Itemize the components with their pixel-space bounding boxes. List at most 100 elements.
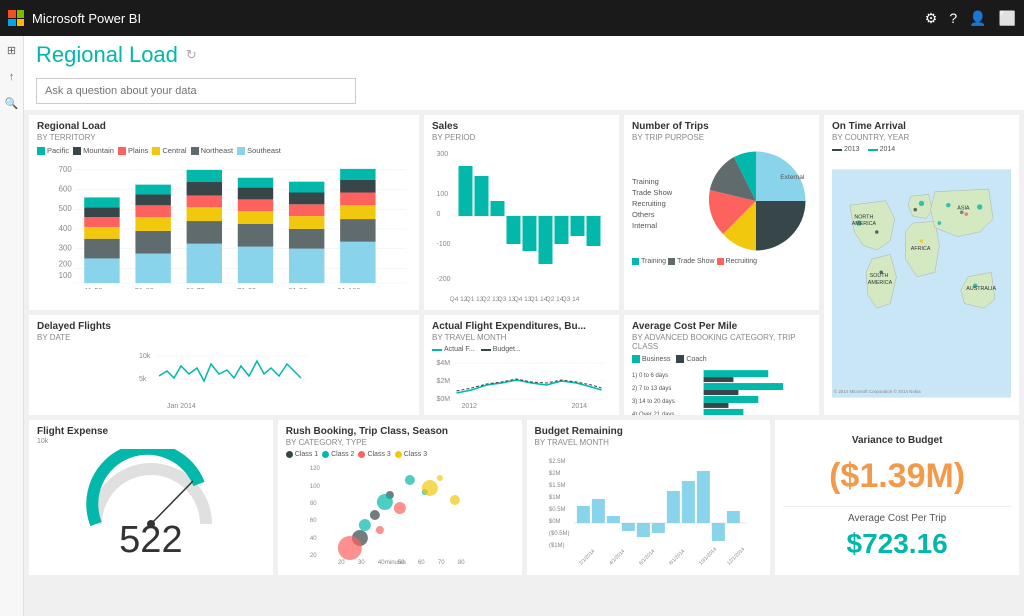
delayed-subtitle: BY DATE [37, 333, 411, 342]
flight-expense-title: Flight Expense [37, 426, 265, 437]
svg-text:10k: 10k [139, 353, 151, 360]
svg-text:81-90: 81-90 [288, 286, 307, 289]
svg-text:100: 100 [437, 191, 449, 198]
sales-subtitle: BY PERIOD [432, 133, 611, 142]
variance-card: Variance to Budget ($1.39M) Average Cost… [775, 420, 1019, 575]
svg-text:600: 600 [59, 185, 73, 194]
budget-large-title: Budget Remaining [535, 426, 763, 437]
svg-text:NORTH: NORTH [854, 215, 873, 221]
svg-text:41-50: 41-50 [84, 286, 103, 289]
dashboard: Regional Load BY TERRITORY Pacific Mount… [24, 110, 1024, 580]
svg-text:$1M: $1M [548, 495, 560, 501]
sidebar-icon-nav[interactable]: ↑ [9, 71, 15, 83]
svg-text:30: 30 [358, 560, 365, 565]
svg-text:($0.5M): ($0.5M) [548, 531, 569, 537]
avg-cost-card: Average Cost Per Mile BY ADVANCED BOOKIN… [624, 315, 819, 415]
svg-text:AMERICA: AMERICA [868, 280, 893, 286]
svg-text:10/1/2014: 10/1/2014 [698, 546, 718, 566]
rush-subtitle: BY CATEGORY, TYPE [286, 438, 514, 447]
app-logo: Microsoft Power BI [8, 10, 141, 26]
svg-text:100: 100 [310, 484, 321, 490]
svg-text:3) 14 to 20 days: 3) 14 to 20 days [632, 399, 675, 405]
window-icon[interactable]: ⬜ [999, 10, 1016, 27]
svg-text:Q3 14: Q3 14 [562, 296, 580, 303]
regional-load-subtitle: BY TERRITORY [37, 133, 411, 142]
delayed-chart: 10k 5k Jan 2014 [37, 346, 411, 411]
top-bar-actions: ⚙ ? 👤 ⬜ [925, 10, 1016, 27]
dashboard-title-row: Regional Load ↻ [36, 42, 1012, 68]
svg-text:120: 120 [310, 466, 321, 472]
svg-text:51-60: 51-60 [135, 286, 154, 289]
variance-title: Variance to Budget [783, 435, 1011, 446]
svg-text:1) 0 to 6 days: 1) 0 to 6 days [632, 373, 668, 379]
avg-cost-label: Average Cost Per Trip [783, 513, 1011, 524]
ontime-subtitle: BY COUNTRY, YEAR [832, 133, 1011, 142]
budget-large-subtitle: BY TRAVEL MONTH [535, 438, 763, 447]
svg-text:20: 20 [310, 553, 317, 559]
svg-text:$0M: $0M [548, 519, 560, 525]
app-name: Microsoft Power BI [32, 11, 141, 26]
svg-text:6/1/2014: 6/1/2014 [638, 548, 656, 566]
svg-text:40: 40 [378, 560, 385, 565]
sales-chart: 300 100 0 -100 -200 [432, 146, 611, 306]
svg-text:$0M: $0M [437, 396, 451, 403]
svg-text:91-100: 91-100 [338, 286, 361, 289]
svg-text:20: 20 [338, 560, 345, 565]
refresh-icon[interactable]: ↻ [186, 47, 197, 63]
sidebar: ⊞ ↑ 🔍 [0, 36, 24, 616]
row3: Flight Expense 10k 0 645 [29, 420, 1019, 575]
budget-remaining-large-card: Budget Remaining BY TRAVEL MONTH $2.5M $… [527, 420, 771, 575]
svg-text:80: 80 [458, 560, 465, 565]
sidebar-icon-search[interactable]: 🔍 [5, 97, 19, 110]
svg-text:$2M: $2M [437, 378, 451, 385]
sales-title: Sales [432, 121, 611, 132]
svg-text:SOUTH: SOUTH [870, 273, 889, 279]
rows-12: Regional Load BY TERRITORY Pacific Mount… [29, 115, 1019, 415]
svg-text:AFRICA: AFRICA [911, 246, 931, 252]
trips-subtitle: BY TRIP PURPOSE [632, 133, 811, 142]
svg-text:300: 300 [437, 151, 449, 158]
avgcost-chart: 1) 0 to 6 days 2) 7 to 13 days 3) 14 to … [632, 365, 811, 415]
trips-pie: External [701, 146, 811, 256]
svg-text:External: External [780, 174, 805, 181]
svg-text:80: 80 [310, 501, 317, 507]
sidebar-icon-grid[interactable]: ⊞ [7, 44, 16, 57]
gauge-value: 522 [119, 519, 182, 562]
top-nav-bar: Microsoft Power BI ⚙ ? 👤 ⬜ [0, 0, 1024, 36]
world-map: NORTH AMERICA SOUTH AMERICA AFRICA ASIA … [832, 156, 1011, 411]
svg-text:2012: 2012 [462, 403, 478, 410]
svg-text:2014: 2014 [572, 403, 588, 410]
svg-text:300: 300 [59, 244, 73, 253]
svg-text:100: 100 [59, 271, 73, 280]
page-title: Regional Load [36, 42, 178, 68]
regional-load-legend: Pacific Mountain Plains Central Northeas… [37, 146, 411, 155]
delayed-flights-card: Delayed Flights BY DATE 10k 5k Jan 2014 [29, 315, 419, 415]
svg-text:200: 200 [59, 259, 73, 268]
svg-text:2/1/2014: 2/1/2014 [578, 548, 596, 566]
variance-value: ($1.39M) [783, 457, 1011, 496]
svg-text:400: 400 [59, 224, 73, 233]
regional-load-chart: 700 600 500 400 300 200 100 [37, 159, 411, 289]
actual-chart: $4M $2M $0M 2012 2014 [432, 355, 611, 410]
gauge-chart: 0 645 [81, 449, 221, 529]
svg-text:© 2014 Microsoft Corporation ©: © 2014 Microsoft Corporation © 2014 Noki… [834, 388, 921, 394]
user-icon[interactable]: 👤 [969, 10, 986, 27]
sales-card: Sales BY PERIOD 300 100 0 -100 -200 [424, 115, 619, 310]
flight-expense-ylabel: 10k [37, 438, 48, 445]
microsoft-logo-icon [8, 10, 24, 26]
svg-text:$4M: $4M [437, 360, 451, 367]
svg-text:60: 60 [310, 518, 317, 524]
settings-icon[interactable]: ⚙ [925, 10, 938, 27]
svg-text:50: 50 [398, 560, 405, 565]
qa-input[interactable] [36, 78, 356, 104]
dashboard-header: Regional Load ↻ [24, 36, 1024, 110]
svg-text:71-80: 71-80 [237, 286, 256, 289]
svg-text:4) Over 21 days: 4) Over 21 days [632, 412, 674, 415]
svg-text:5k: 5k [139, 376, 147, 383]
help-icon[interactable]: ? [949, 10, 957, 27]
trips-card: Number of Trips BY TRIP PURPOSE Training… [624, 115, 819, 310]
rush-booking-card: Rush Booking, Trip Class, Season BY CATE… [278, 420, 522, 575]
ontime-map-card: On Time Arrival BY COUNTRY, YEAR 2013 20… [824, 115, 1019, 415]
svg-text:8/1/2014: 8/1/2014 [668, 548, 686, 566]
svg-text:61-70: 61-70 [186, 286, 205, 289]
